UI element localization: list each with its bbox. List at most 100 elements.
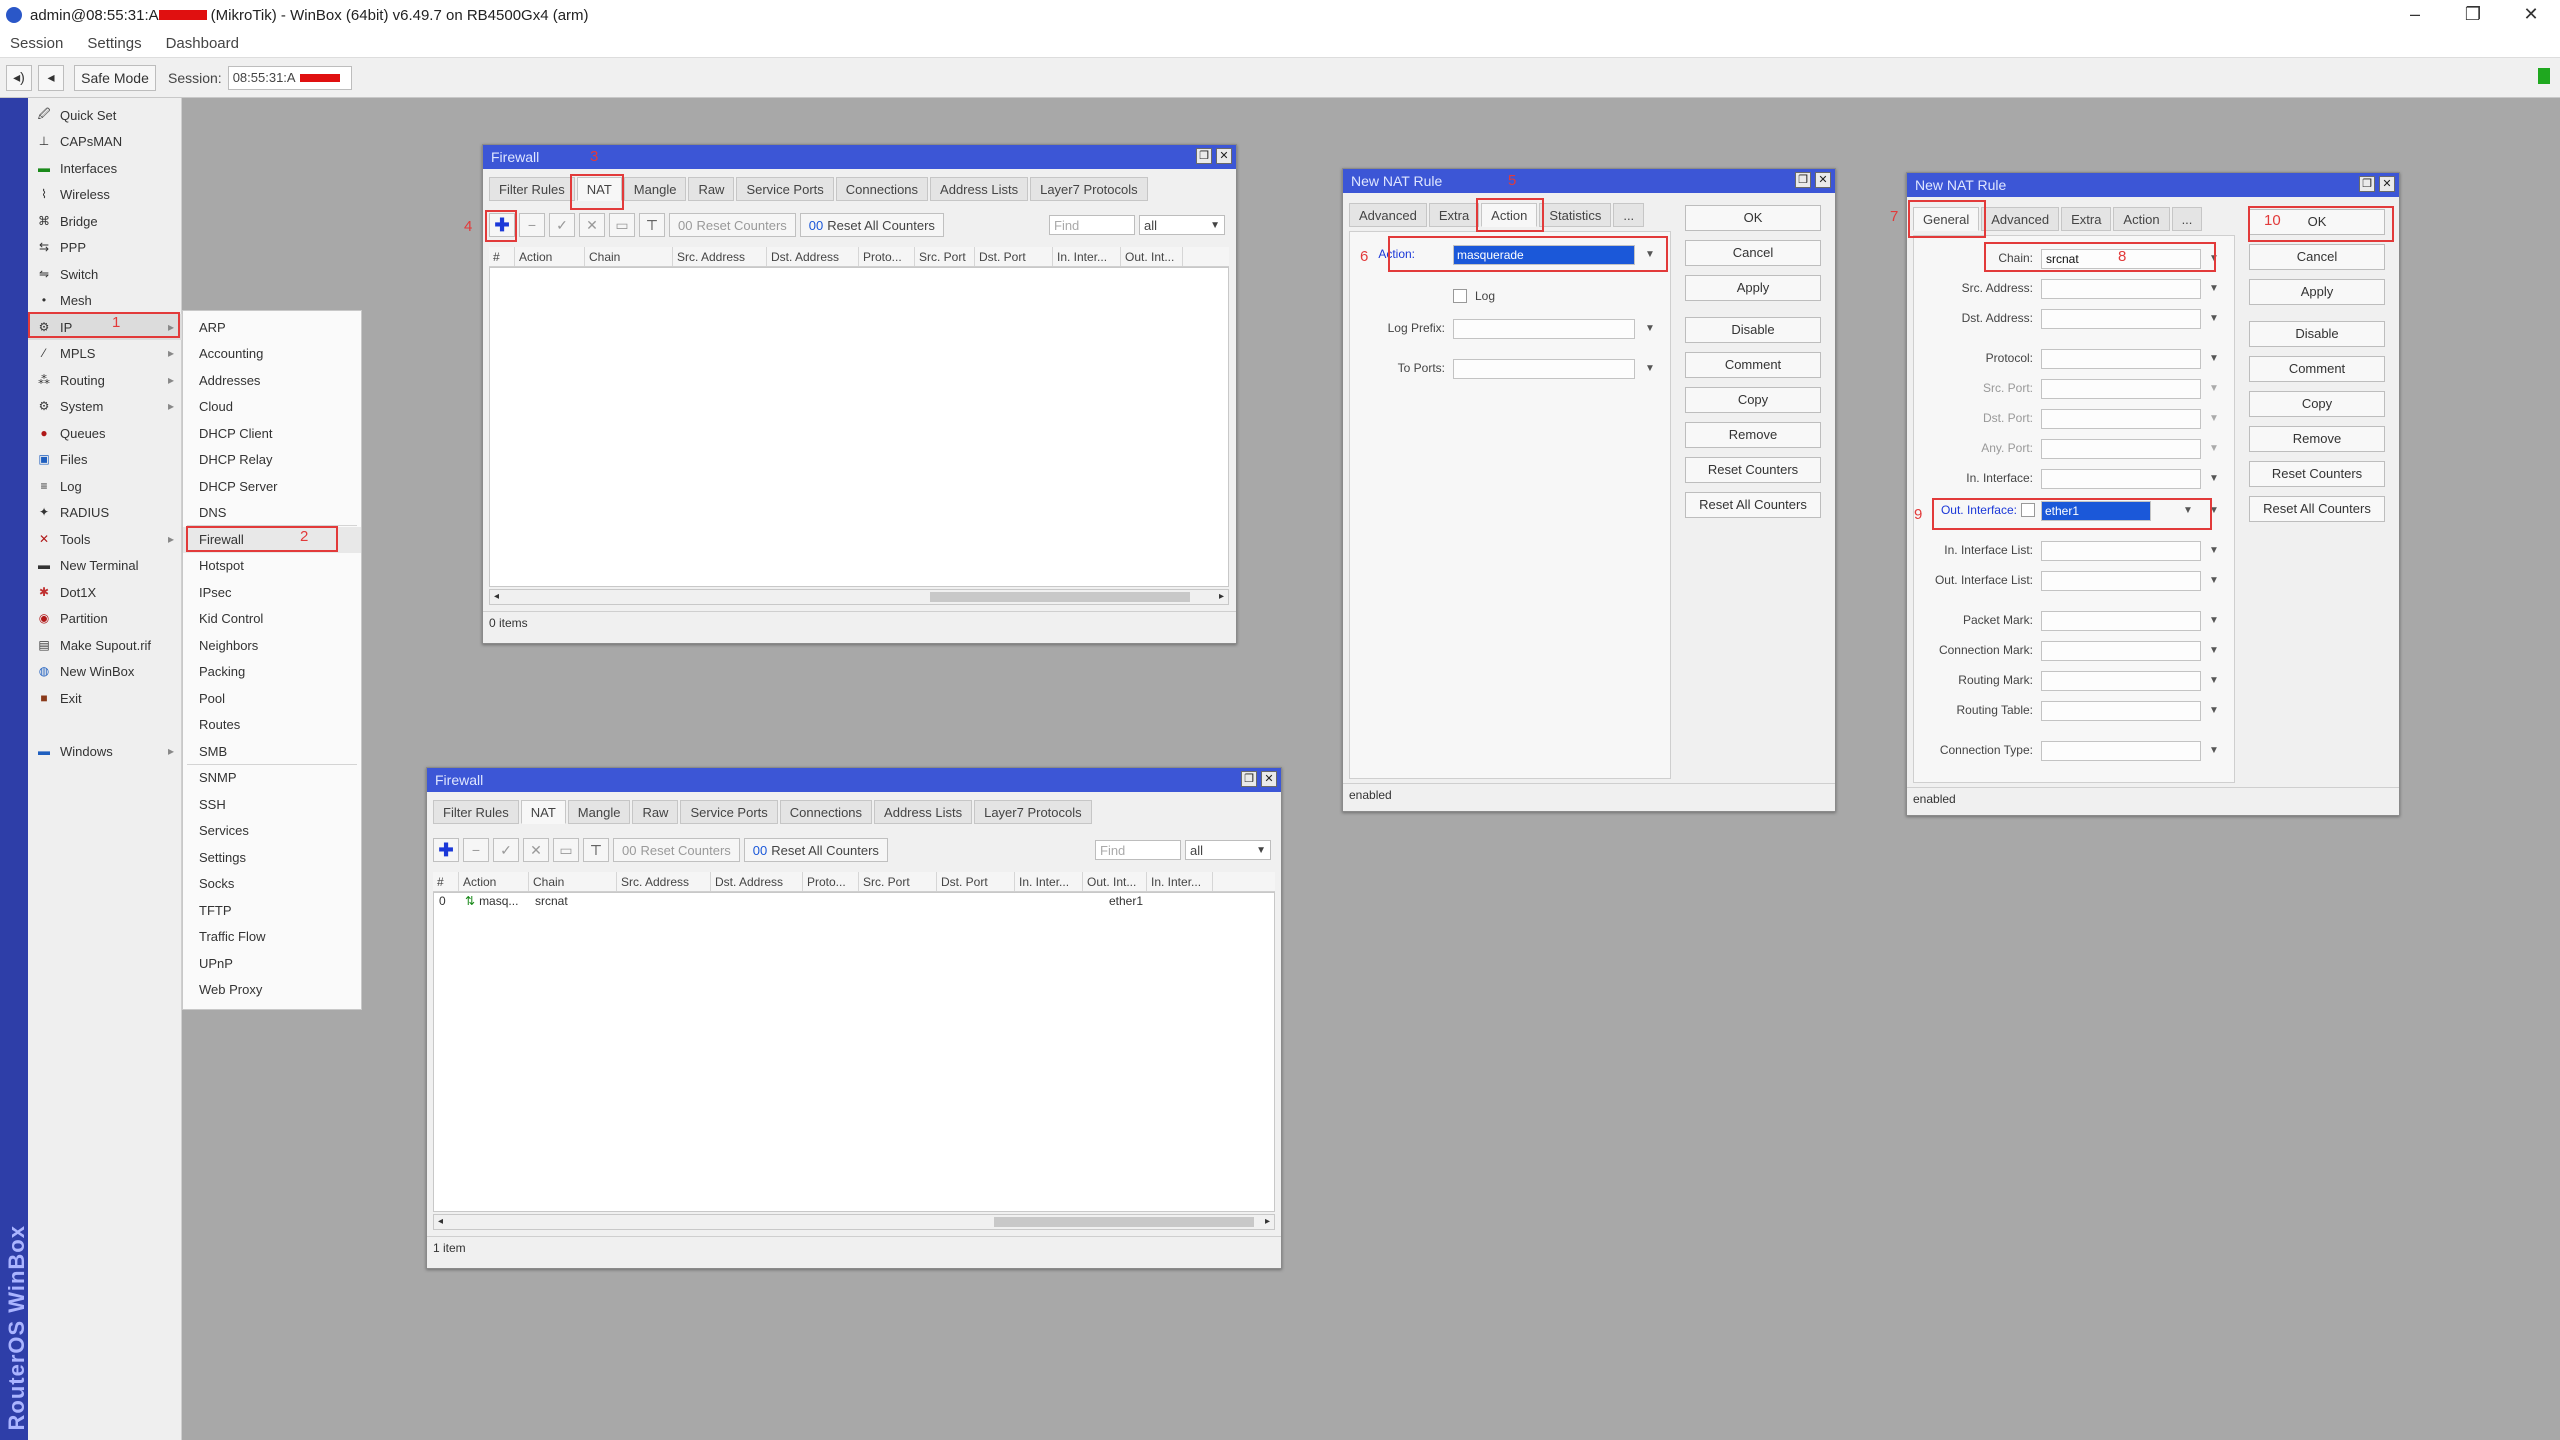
chevron-down-icon[interactable]: ▼	[2209, 283, 2219, 294]
minimize-button[interactable]: –	[2386, 0, 2444, 30]
chevron-down-icon[interactable]: ▼	[2209, 745, 2219, 756]
disable-x-icon[interactable]: ✕	[523, 838, 549, 862]
tab-nat[interactable]: NAT	[520, 800, 566, 824]
scroll-right-icon[interactable]: ▸	[1219, 590, 1224, 604]
src-address-input[interactable]	[2041, 279, 2201, 299]
safe-mode-button[interactable]: Safe Mode	[74, 64, 156, 91]
tab-address-lists[interactable]: Address Lists	[874, 800, 973, 824]
nat-grid-body[interactable]	[433, 892, 1275, 1212]
ok-button[interactable]: OK	[1685, 205, 1821, 231]
reset-counters-button[interactable]: Reset Counters	[1685, 457, 1821, 483]
tab-extra[interactable]: Extra	[2061, 207, 2112, 231]
cancel-button[interactable]: Cancel	[2249, 244, 2385, 270]
filter-select[interactable]: all ▼	[1185, 840, 1271, 860]
sidebar-item-wireless[interactable]: ⌇ Wireless	[28, 181, 182, 207]
submenu-item-kid-control[interactable]: Kid Control	[183, 606, 361, 632]
reset-counters-button[interactable]: 00 Reset Counters	[669, 213, 796, 237]
tab-mangle[interactable]: Mangle	[567, 800, 631, 824]
submenu-item-smb[interactable]: SMB	[183, 739, 361, 765]
submenu-item-packing[interactable]: Packing	[183, 659, 361, 685]
tab-filter-rules[interactable]: Filter Rules	[433, 800, 519, 824]
sidebar-item-make-supout[interactable]: ▤ Make Supout.rif	[28, 632, 182, 658]
tab-raw[interactable]: Raw	[632, 800, 679, 824]
sidebar-item-radius[interactable]: ✦ RADIUS	[28, 499, 182, 525]
reset-all-counters-button[interactable]: Reset All Counters	[1685, 492, 1821, 518]
any-port-input[interactable]	[2041, 439, 2201, 459]
dst-port-input[interactable]	[2041, 409, 2201, 429]
tab-more[interactable]: ...	[1613, 203, 1645, 227]
remove-button[interactable]: Remove	[1685, 422, 1821, 448]
close-window-icon[interactable]: ✕	[1815, 172, 1831, 188]
sidebar-item-partition[interactable]: ◉ Partition	[28, 605, 182, 631]
sidebar-item-routing[interactable]: ⁂ Routing ▸	[28, 367, 182, 393]
filter-icon[interactable]: ⊤	[583, 838, 609, 862]
submenu-item-services[interactable]: Services	[183, 818, 361, 844]
col-src-port[interactable]: Src. Port	[859, 872, 937, 891]
chevron-down-icon[interactable]: ▼	[2209, 383, 2219, 394]
log-prefix-input[interactable]	[1453, 319, 1635, 339]
comment-icon[interactable]: ▭	[553, 838, 579, 862]
cancel-button[interactable]: Cancel	[1685, 240, 1821, 266]
scroll-left-icon[interactable]: ◂	[494, 590, 499, 604]
submenu-item-arp[interactable]: ARP	[183, 315, 361, 341]
tab-service-ports[interactable]: Service Ports	[736, 177, 834, 201]
submenu-item-routes[interactable]: Routes	[183, 712, 361, 738]
nat-rule-window-title[interactable]: New NAT Rule ❐ ✕	[1907, 173, 2399, 197]
col-src-address[interactable]: Src. Address	[617, 872, 711, 891]
scroll-left-icon[interactable]: ◂	[438, 1215, 443, 1229]
out-interface-select[interactable]: ether1	[2041, 501, 2151, 521]
submenu-item-settings[interactable]: Settings	[183, 845, 361, 871]
col-chain[interactable]: Chain	[529, 872, 617, 891]
chevron-down-icon[interactable]: ▼	[2209, 675, 2219, 686]
tab-address-lists[interactable]: Address Lists	[930, 177, 1029, 201]
scroll-right-icon[interactable]: ▸	[1265, 1215, 1270, 1229]
menu-settings[interactable]: Settings	[87, 35, 141, 52]
reset-all-counters-button[interactable]: Reset All Counters	[2249, 496, 2385, 522]
sidebar-item-queues[interactable]: ● Queues	[28, 420, 182, 446]
in-interface-list-select[interactable]	[2041, 541, 2201, 561]
action-select[interactable]: masquerade	[1453, 245, 1635, 265]
submenu-item-dhcp-client[interactable]: DHCP Client	[183, 421, 361, 447]
col-in-interface[interactable]: In. Inter...	[1053, 247, 1121, 266]
in-interface-select[interactable]	[2041, 469, 2201, 489]
chevron-down-icon[interactable]: ▼	[2209, 575, 2219, 586]
sidebar-item-system[interactable]: ⚙ System ▸	[28, 393, 182, 419]
nat-rule-window-title[interactable]: New NAT Rule ❐ ✕	[1343, 169, 1835, 193]
sidebar-item-quick-set[interactable]: 🖉 Quick Set	[28, 102, 182, 128]
sidebar-item-ppp[interactable]: ⇆ PPP	[28, 234, 182, 260]
out-interface-invert-checkbox[interactable]	[2021, 503, 2035, 517]
tab-advanced[interactable]: Advanced	[1981, 207, 2060, 231]
reset-counters-button[interactable]: 00 Reset Counters	[613, 838, 740, 862]
connection-type-select[interactable]	[2041, 741, 2201, 761]
menu-dashboard[interactable]: Dashboard	[166, 35, 239, 52]
out-interface-list-select[interactable]	[2041, 571, 2201, 591]
col-action[interactable]: Action	[459, 872, 529, 891]
disable-button[interactable]: Disable	[1685, 317, 1821, 343]
chevron-down-icon[interactable]: ▼	[2209, 413, 2219, 424]
chevron-down-icon[interactable]: ▼	[2209, 645, 2219, 656]
sidebar-item-log[interactable]: ≡ Log	[28, 473, 182, 499]
routing-table-select[interactable]	[2041, 701, 2201, 721]
apply-button[interactable]: Apply	[1685, 275, 1821, 301]
comment-button[interactable]: Comment	[2249, 356, 2385, 382]
scroll-thumb[interactable]	[994, 1217, 1254, 1227]
close-button[interactable]: ✕	[2502, 0, 2560, 30]
submenu-item-web-proxy[interactable]: Web Proxy	[183, 977, 361, 1003]
log-checkbox[interactable]	[1453, 289, 1467, 303]
tab-filter-rules[interactable]: Filter Rules	[489, 177, 575, 201]
tab-layer7-protocols[interactable]: Layer7 Protocols	[974, 800, 1092, 824]
submenu-item-cloud[interactable]: Cloud	[183, 394, 361, 420]
submenu-item-tftp[interactable]: TFTP	[183, 898, 361, 924]
submenu-item-ssh[interactable]: SSH	[183, 792, 361, 818]
tab-more[interactable]: ...	[2171, 207, 2203, 231]
col-in-interface[interactable]: In. Inter...	[1015, 872, 1083, 891]
filter-icon[interactable]: ⊤	[639, 213, 665, 237]
comment-icon[interactable]: ▭	[609, 213, 635, 237]
close-window-icon[interactable]: ✕	[2379, 176, 2395, 192]
chevron-down-icon[interactable]: ▼	[2183, 505, 2193, 516]
submenu-item-accounting[interactable]: Accounting	[183, 341, 361, 367]
tab-nat[interactable]: NAT	[576, 177, 622, 201]
scroll-thumb[interactable]	[930, 592, 1190, 602]
enable-check-icon[interactable]: ✓	[493, 838, 519, 862]
sidebar-item-switch[interactable]: ⇋ Switch	[28, 261, 182, 287]
